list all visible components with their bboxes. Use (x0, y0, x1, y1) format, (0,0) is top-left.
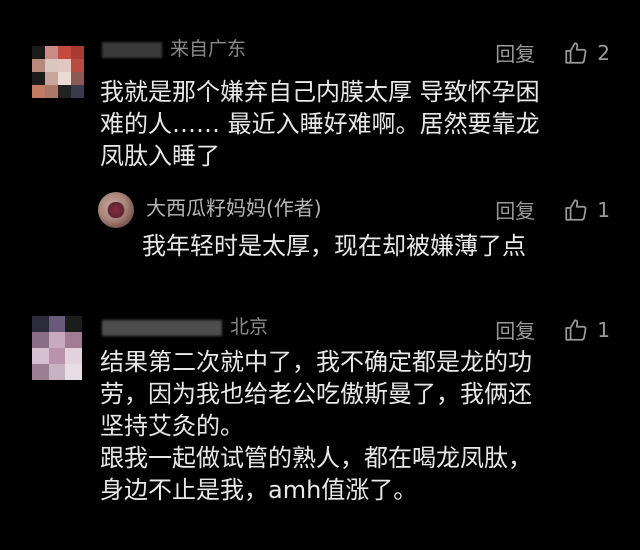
comment-text-line: 我就是那个嫌弃自己内膜太厚 导致怀孕困 (100, 78, 540, 106)
location-label: 来自广东 (170, 38, 247, 60)
comment-text-line: 结果第二次就中了，我不确定都是龙的功 (100, 348, 532, 376)
comment-text-line: 身边不止是我，amh值涨了。 (100, 476, 418, 504)
comment-meta: 北京 (102, 316, 268, 338)
avatar[interactable] (32, 316, 82, 380)
reply-actions: 回复 1 (495, 195, 610, 224)
comment-text-line: 难的人…… 最近入睡好难啊。居然要靠龙 (100, 110, 540, 138)
comment-actions: 回复 1 (495, 315, 610, 344)
avatar[interactable] (32, 46, 84, 98)
like-count: 1 (597, 197, 610, 222)
location-label: 北京 (230, 316, 269, 338)
comment-actions: 回复 2 (495, 38, 610, 67)
comment-text-line: 劳，因为我也给老公吃傲斯曼了，我俩还 (100, 380, 532, 408)
like-icon[interactable] (563, 40, 589, 66)
like-icon[interactable] (563, 317, 589, 343)
reply-text: 我年轻时是太厚，现在却被嫌薄了点 (142, 232, 526, 260)
blurred-username[interactable] (102, 319, 222, 336)
reply-button[interactable]: 回复 (495, 195, 535, 224)
comment-text-line: 跟我一起做试管的熟人，都在喝龙凤肽， (100, 444, 532, 472)
avatar[interactable] (98, 192, 134, 228)
reply-button[interactable]: 回复 (495, 38, 535, 67)
reply-button[interactable]: 回复 (495, 315, 535, 344)
like-count: 1 (597, 317, 610, 342)
comment-text-line: 坚持艾灸的。 (100, 412, 244, 440)
like-icon[interactable] (563, 197, 589, 223)
comment-text-line: 凤肽入睡了 (100, 142, 220, 170)
comment-text: 我就是那个嫌弃自己内膜太厚 导致怀孕困 难的人…… 最近入睡好难啊。居然要靠龙 … (100, 76, 620, 172)
like-count: 2 (597, 40, 610, 65)
comment-text: 结果第二次就中了，我不确定都是龙的功 劳，因为我也给老公吃傲斯曼了，我俩还 坚持… (100, 346, 620, 506)
comment-meta: 来自广东 (102, 38, 246, 60)
reply-author[interactable]: 大西瓜籽妈妈(作者) (146, 197, 322, 219)
blurred-username[interactable] (102, 41, 162, 58)
